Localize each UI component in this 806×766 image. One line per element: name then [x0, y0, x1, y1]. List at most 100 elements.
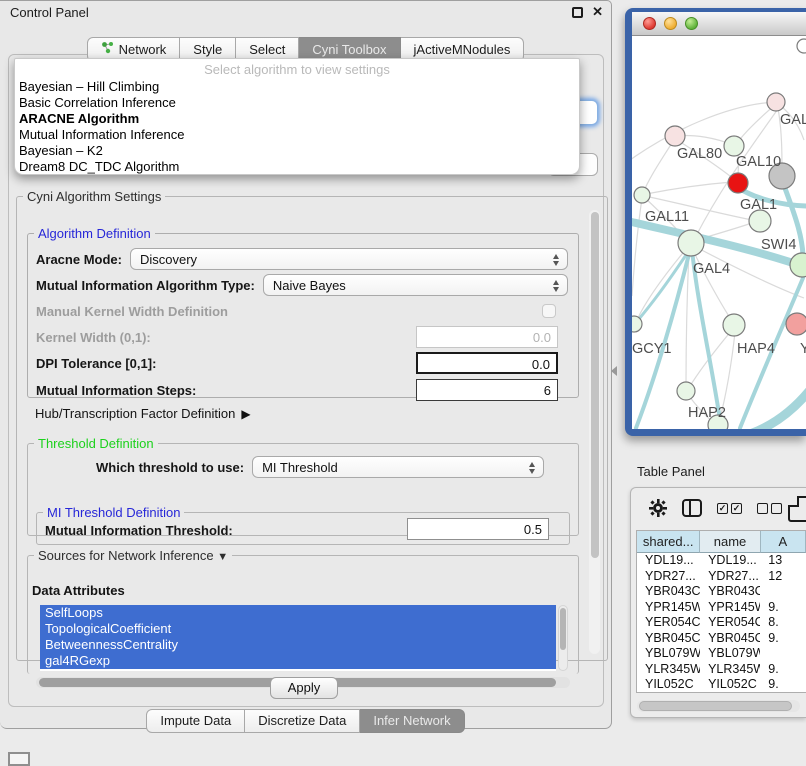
collapsed-panel-icon[interactable] [8, 752, 30, 766]
table-cell: YDR27... [700, 569, 760, 585]
tab-infer-network[interactable]: Infer Network [360, 709, 464, 733]
table-horizontal-scrollbar[interactable] [637, 700, 800, 712]
mi-type-combo[interactable]: Naive Bayes [263, 274, 568, 296]
network-node-gal11[interactable] [634, 187, 650, 203]
algorithm-option[interactable]: Basic Correlation Inference [15, 95, 579, 111]
network-edge-highlighted [750, 390, 806, 429]
gear-icon[interactable] [649, 499, 667, 517]
table-column-header[interactable]: name [700, 531, 760, 553]
select-all-checkboxes-icon[interactable]: ✓✓ [717, 503, 742, 514]
float-window-icon[interactable] [572, 7, 583, 18]
network-node-label: SWI4 [761, 237, 796, 253]
table-column-header[interactable]: A [761, 531, 806, 553]
network-node[interactable] [797, 39, 806, 53]
hub-definition-toggle[interactable]: Hub/Transcription Factor Definition▶ [35, 406, 251, 421]
cyni-algorithm-settings-group: Cyni Algorithm Settings Algorithm Defini… [16, 189, 608, 661]
network-edge [737, 104, 776, 143]
node-table: shared...nameA YDL19...YDL19...13YDR27..… [636, 530, 806, 693]
network-node-gal4[interactable] [678, 230, 704, 256]
data-attribute-item[interactable]: TopologicalCoefficient [40, 621, 556, 637]
table-row[interactable]: YPR145WYPR145W9. [637, 600, 806, 616]
mi-steps-label: Mutual Information Steps: [36, 383, 196, 398]
collapse-arrow-icon[interactable]: ▼ [217, 551, 228, 563]
tab-label: jActiveMNodules [414, 42, 511, 57]
data-attribute-item[interactable]: SelfLoops [40, 605, 556, 621]
expand-arrow-icon: ▶ [241, 407, 250, 421]
dpi-tolerance-field[interactable]: 0.0 [416, 352, 558, 374]
data-attribute-item[interactable]: BetweennessCentrality [40, 637, 556, 653]
algorithm-option[interactable]: ARACNE Algorithm [15, 111, 579, 127]
settings-vertical-scrollbar[interactable] [589, 210, 600, 654]
network-node-hap4[interactable] [723, 314, 745, 336]
network-node-gcy1[interactable] [632, 316, 642, 332]
algorithm-option[interactable]: Dream8 DC_TDC Algorithm [15, 159, 579, 175]
table-column-header[interactable]: shared... [637, 531, 700, 553]
window-minimize-traffic-icon[interactable] [664, 17, 677, 30]
aracne-mode-value: Discovery [140, 252, 197, 267]
network-node-label: GCY1 [632, 341, 672, 357]
network-node-swi4[interactable] [749, 210, 771, 232]
mi-type-label: Mutual Information Algorithm Type: [36, 278, 255, 293]
close-icon[interactable]: ✕ [592, 4, 603, 20]
network-node-y[interactable] [786, 313, 806, 335]
table-cell: YDR27... [637, 569, 700, 585]
table-row[interactable]: YBR045CYBR045C9. [637, 631, 806, 647]
control-panel-title: Control Panel [10, 5, 89, 20]
mi-steps-field[interactable]: 6 [416, 379, 558, 401]
mi-threshold-field[interactable]: 0.5 [407, 518, 549, 540]
table-row[interactable]: YDR27...YDR27...12 [637, 569, 806, 585]
network-tree-icon [101, 41, 114, 57]
table-row[interactable]: YLR345WYLR345W9. [637, 662, 806, 678]
table-row[interactable]: YBR043CYBR043C [637, 584, 806, 600]
document-icon[interactable] [788, 496, 806, 522]
algorithm-option[interactable]: Mutual Information Inference [15, 127, 579, 143]
network-graph: GALGAL80GAL10GAL1SWI4GAL11GAL4GCY1HAP4YH… [632, 36, 806, 429]
sources-title: Sources for Network Inference [38, 548, 214, 563]
split-pane-collapse-icon[interactable] [611, 366, 617, 376]
network-node-gal80[interactable] [665, 126, 685, 146]
deselect-all-checkboxes-icon[interactable] [757, 503, 782, 514]
bottom-tab-bar: Impute DataDiscretize Data Infer Network [0, 709, 611, 733]
network-node-gal1[interactable] [728, 173, 748, 193]
network-window-titlebar[interactable] [632, 12, 806, 36]
apply-button[interactable]: Apply [270, 677, 338, 699]
table-header-row: shared...nameA [637, 531, 806, 553]
manual-kernel-checkbox[interactable] [542, 304, 556, 318]
table-cell: 9. [760, 677, 806, 693]
network-node-label: GAL80 [677, 146, 722, 162]
algorithm-option[interactable]: Bayesian – K2 [15, 143, 579, 159]
table-row[interactable]: YIL052CYIL052C9. [637, 677, 806, 693]
column-layout-icon[interactable] [682, 499, 702, 517]
network-node-hap2[interactable] [677, 382, 695, 400]
network-edge [646, 182, 732, 194]
which-threshold-combo[interactable]: MI Threshold [252, 456, 544, 478]
aracne-mode-label: Aracne Mode: [36, 252, 122, 267]
table-cell: YLR345W [700, 662, 760, 678]
table-cell: 13 [760, 553, 806, 569]
tab-label: Select [249, 42, 285, 57]
window-zoom-traffic-icon[interactable] [685, 17, 698, 30]
aracne-mode-combo[interactable]: Discovery [130, 248, 568, 270]
dpi-tolerance-label: DPI Tolerance [0,1]: [36, 356, 156, 371]
network-node-gal10[interactable] [724, 136, 744, 156]
data-attribute-item[interactable]: gal4RGexp [40, 653, 556, 669]
algorithm-option[interactable]: Bayesian – Hill Climbing [15, 79, 579, 95]
kernel-width-field[interactable]: 0.0 [416, 326, 558, 348]
table-row[interactable]: YER054CYER054C8. [637, 615, 806, 631]
tab-label: Infer Network [373, 713, 450, 728]
table-cell: 9. [760, 631, 806, 647]
attributes-vertical-scrollbar[interactable] [558, 605, 568, 671]
tab-discretize-data[interactable]: Discretize Data [245, 709, 360, 733]
network-node-gal[interactable] [767, 93, 785, 111]
table-cell: YDL19... [700, 553, 760, 569]
network-canvas[interactable]: GALGAL80GAL10GAL1SWI4GAL11GAL4GCY1HAP4YH… [632, 36, 806, 429]
table-row[interactable]: YBL079WYBL079W [637, 646, 806, 662]
table-cell: YPR145W [637, 600, 700, 616]
table-row[interactable]: YDL19...YDL19...13 [637, 553, 806, 569]
network-view-window: GALGAL80GAL10GAL1SWI4GAL11GAL4GCY1HAP4YH… [625, 8, 806, 436]
network-node[interactable] [790, 253, 806, 277]
network-node-label: GAL11 [645, 209, 689, 225]
window-close-traffic-icon[interactable] [643, 17, 656, 30]
table-cell: YIL052C [637, 677, 700, 693]
tab-impute-data[interactable]: Impute Data [146, 709, 245, 733]
